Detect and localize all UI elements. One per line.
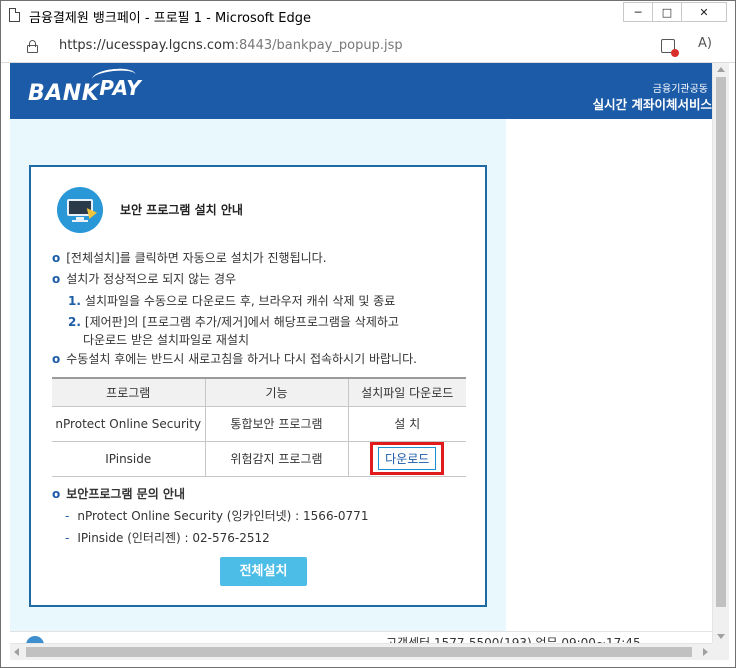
header-function: 기능 [204,377,348,407]
read-aloud-icon[interactable]: A) [698,36,712,51]
browser-window: 금융결제원 뱅크페이 - 프로필 1 - Microsoft Edge ─ □ … [0,0,736,668]
download-ipinside-button[interactable]: 다운로드 [378,447,437,470]
globe-icon [26,636,44,643]
install-all-button[interactable]: 전체설치 [220,557,307,586]
cell-program: nProtect Online Security [52,406,205,442]
table-header-row: 프로그램 기능 설치파일 다운로드 [52,377,466,407]
table-row: IPinside 위험감지 프로그램 다운로드 [52,441,466,477]
cell-function: 위험감지 프로그램 [204,441,348,477]
security-guide-box: 보안 프로그램 설치 안내 o [전체설치]를 클릭하면 자동으로 설치가 진행됩… [29,165,487,607]
address-bar[interactable]: https://ucesspay.lgcns.com:8443/bankpay_… [1,29,735,63]
horizontal-scroll-thumb[interactable] [26,647,692,657]
guide-line-text: 수동설치 후에는 반드시 새로고침을 하거나 다시 접속하시기 바랍니다. [66,352,417,366]
horizontal-scrollbar[interactable] [10,643,712,660]
install-nprotect-link[interactable]: 설 치 [347,406,466,442]
step-number: 1. [68,294,81,308]
scroll-right-icon[interactable] [703,648,708,656]
contact-item-ipinside: - IPinside (인터리젠) : 02-576-2512 [65,529,270,546]
cell-function: 통합보안 프로그램 [204,406,348,442]
tracking-blocked-icon[interactable] [661,39,679,57]
close-button[interactable]: ✕ [681,2,727,22]
table-row: nProtect Online Security 통합보안 프로그램 설 치 [52,406,466,442]
contact-title: o 보안프로그램 문의 안내 [52,485,185,502]
contact-text: nProtect Online Security (잉카인터넷) : 1566-… [77,509,369,523]
window-title: 금융결제원 뱅크페이 - 프로필 1 - Microsoft Edge [29,11,311,26]
guide-step-1: 1. 설치파일을 수동으로 다운로드 후, 브라우저 캐쉬 삭제 및 종료 [68,292,395,309]
header-title: 실시간 계좌이체서비스 [592,97,712,112]
guide-title: 보안 프로그램 설치 안내 [120,203,243,217]
guide-step-2: 2. [제어판]의 [프로그램 추가/제거]에서 해당프로그램을 삭제하고 [68,313,399,330]
step-text: [제어판]의 [프로그램 추가/제거]에서 해당프로그램을 삭제하고 [84,315,399,329]
header-subtitle: 금융기관공동 [652,84,708,95]
dash: - [65,531,70,545]
contact-text: IPinside (인터리젠) : 02-576-2512 [77,531,270,545]
minimize-button[interactable]: ─ [623,2,653,22]
dash: - [65,509,70,523]
window-controls: ─ □ ✕ [623,2,727,22]
bullet: o [52,352,61,366]
program-table: 프로그램 기능 설치파일 다운로드 nProtect Online Securi… [52,377,466,477]
brand-bank: BANK [28,81,100,106]
scroll-left-icon[interactable] [14,648,19,656]
vertical-scrollbar[interactable] [712,63,729,643]
header-program: 프로그램 [52,377,205,407]
bullet: o [52,272,61,286]
guide-line-failure: o 설치가 정상적으로 되지 않는 경우 [52,270,236,287]
side-blank-area [506,119,712,643]
page-footer: 고객센터 1577-5500(193) 업무 09:00~17:45 [10,631,712,643]
brand-pay: PAY [99,76,142,100]
title-bar: 금융결제원 뱅크페이 - 프로필 1 - Microsoft Edge ─ □ … [1,1,735,29]
url-host: https://ucesspay.lgcns.com [59,38,235,53]
bullet: o [52,487,61,501]
contact-item-nprotect: - nProtect Online Security (잉카인터넷) : 1566… [65,507,368,524]
lock-icon[interactable] [27,40,38,53]
page-viewport: BANKPAY 금융기관공동 실시간 계좌이체서비스 보안 프로그램 설치 안내… [10,63,712,643]
cell-download: 다운로드 [347,441,466,477]
url-path: :8443/bankpay_popup.jsp [234,38,403,53]
vertical-scroll-thumb[interactable] [716,77,726,607]
site-header: BANKPAY 금융기관공동 실시간 계좌이체서비스 [10,63,712,119]
highlight-box: 다운로드 [370,442,445,475]
url-text[interactable]: https://ucesspay.lgcns.com:8443/bankpay_… [59,38,403,53]
guide-step-2-continued: 다운로드 받은 설치파일로 재설치 [83,333,250,347]
page-icon [9,8,20,22]
monitor-icon [57,187,103,233]
bankpay-logo: BANKPAY [28,76,141,106]
guide-line-auto-install: o [전체설치]를 클릭하면 자동으로 설치가 진행됩니다. [52,249,327,266]
guide-line-text: [전체설치]를 클릭하면 자동으로 설치가 진행됩니다. [66,251,327,265]
cell-program: IPinside [52,441,205,477]
footer-text: 고객센터 1577-5500(193) 업무 09:00~17:45 [386,636,641,643]
content-area: 보안 프로그램 설치 안내 o [전체설치]를 클릭하면 자동으로 설치가 진행됩… [10,119,506,643]
step-text: 설치파일을 수동으로 다운로드 후, 브라우저 캐쉬 삭제 및 종료 [84,294,396,308]
guide-line-text: 설치가 정상적으로 되지 않는 경우 [66,272,237,286]
guide-line-note: o 수동설치 후에는 반드시 새로고침을 하거나 다시 접속하시기 바랍니다. [52,350,417,367]
scroll-up-icon[interactable] [717,67,725,72]
scroll-down-icon[interactable] [717,634,725,639]
scroll-corner [712,643,729,660]
step-number: 2. [68,315,81,329]
bullet: o [52,251,61,265]
contact-title-text: 보안프로그램 문의 안내 [66,487,186,501]
maximize-button[interactable]: □ [652,2,682,22]
header-download: 설치파일 다운로드 [347,377,466,407]
